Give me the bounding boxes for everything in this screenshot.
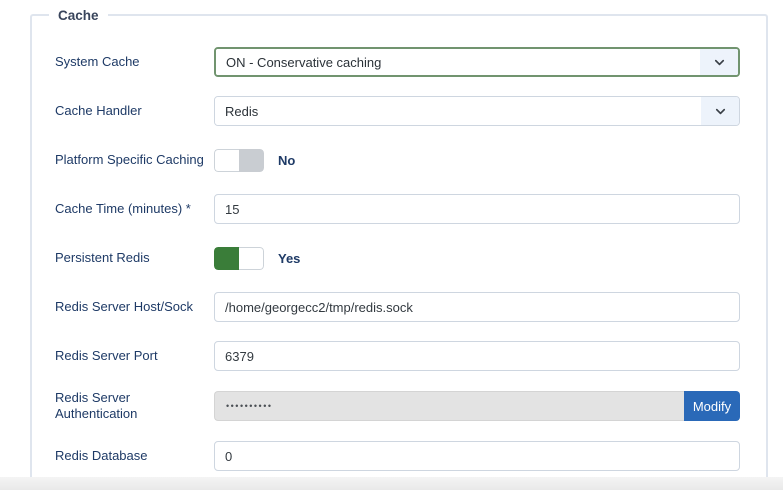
input-cache-time[interactable] — [214, 194, 740, 224]
toggle-track — [214, 247, 239, 270]
form-row: Redis Server Port — [55, 341, 740, 371]
control: Redis — [214, 96, 740, 126]
form-row: Redis Server Authentication •••••••••• M… — [55, 390, 740, 422]
form-row: Redis Database — [55, 441, 740, 471]
password-dots: •••••••••• — [226, 402, 273, 411]
form-row: Platform Specific Caching No — [55, 145, 740, 175]
field-label-redis-port: Redis Server Port — [55, 348, 214, 364]
redis-authentication-group: •••••••••• Modify — [214, 391, 740, 421]
form-row: Cache Time (minutes) * — [55, 194, 740, 224]
field-label-cache-handler: Cache Handler — [55, 103, 214, 119]
control — [214, 441, 740, 471]
control: •••••••••• Modify — [214, 391, 740, 421]
field-label-redis-host: Redis Server Host/Sock — [55, 299, 214, 315]
control: ON - Conservative caching — [214, 47, 740, 77]
chevron-down-icon — [700, 49, 738, 75]
field-label-cache-time: Cache Time (minutes) * — [55, 201, 214, 217]
field-label-persistent-redis: Persistent Redis — [55, 250, 214, 266]
select-cache-handler-value: Redis — [215, 97, 701, 125]
toggle-persistent-redis[interactable] — [214, 247, 264, 270]
input-redis-port[interactable] — [214, 341, 740, 371]
control: Yes — [214, 247, 740, 270]
control — [214, 341, 740, 371]
password-redis-auth: •••••••••• — [214, 391, 684, 421]
control — [214, 292, 740, 322]
form-row: Persistent Redis Yes — [55, 243, 740, 273]
toggle-state-label: No — [278, 153, 295, 168]
fieldset-legend: Cache — [49, 7, 108, 25]
field-label-platform-specific-caching: Platform Specific Caching — [55, 152, 214, 168]
select-system-cache[interactable]: ON - Conservative caching — [214, 47, 740, 77]
toggle-track — [239, 149, 264, 172]
chevron-down-icon — [701, 97, 739, 125]
control — [214, 194, 740, 224]
field-label-system-cache: System Cache — [55, 54, 214, 70]
select-cache-handler[interactable]: Redis — [214, 96, 740, 126]
field-label-redis-authentication: Redis Server Authentication — [55, 390, 214, 422]
cache-settings-fieldset: Cache System Cache ON - Conservative cac… — [30, 14, 768, 477]
form-row: Redis Server Host/Sock — [55, 292, 740, 322]
input-redis-database[interactable] — [214, 441, 740, 471]
modify-button[interactable]: Modify — [684, 391, 740, 421]
page-bottom-edge — [0, 477, 783, 490]
field-label-redis-database: Redis Database — [55, 448, 214, 464]
select-system-cache-value: ON - Conservative caching — [216, 49, 700, 75]
form-row: Cache Handler Redis — [55, 96, 740, 126]
form-rows: System Cache ON - Conservative caching C… — [32, 16, 766, 471]
toggle-state-label: Yes — [278, 251, 300, 266]
toggle-platform-specific-caching[interactable] — [214, 149, 264, 172]
toggle-knob — [214, 149, 239, 172]
input-redis-host[interactable] — [214, 292, 740, 322]
form-row: System Cache ON - Conservative caching — [55, 47, 740, 77]
control: No — [214, 149, 740, 172]
toggle-knob — [239, 247, 264, 270]
